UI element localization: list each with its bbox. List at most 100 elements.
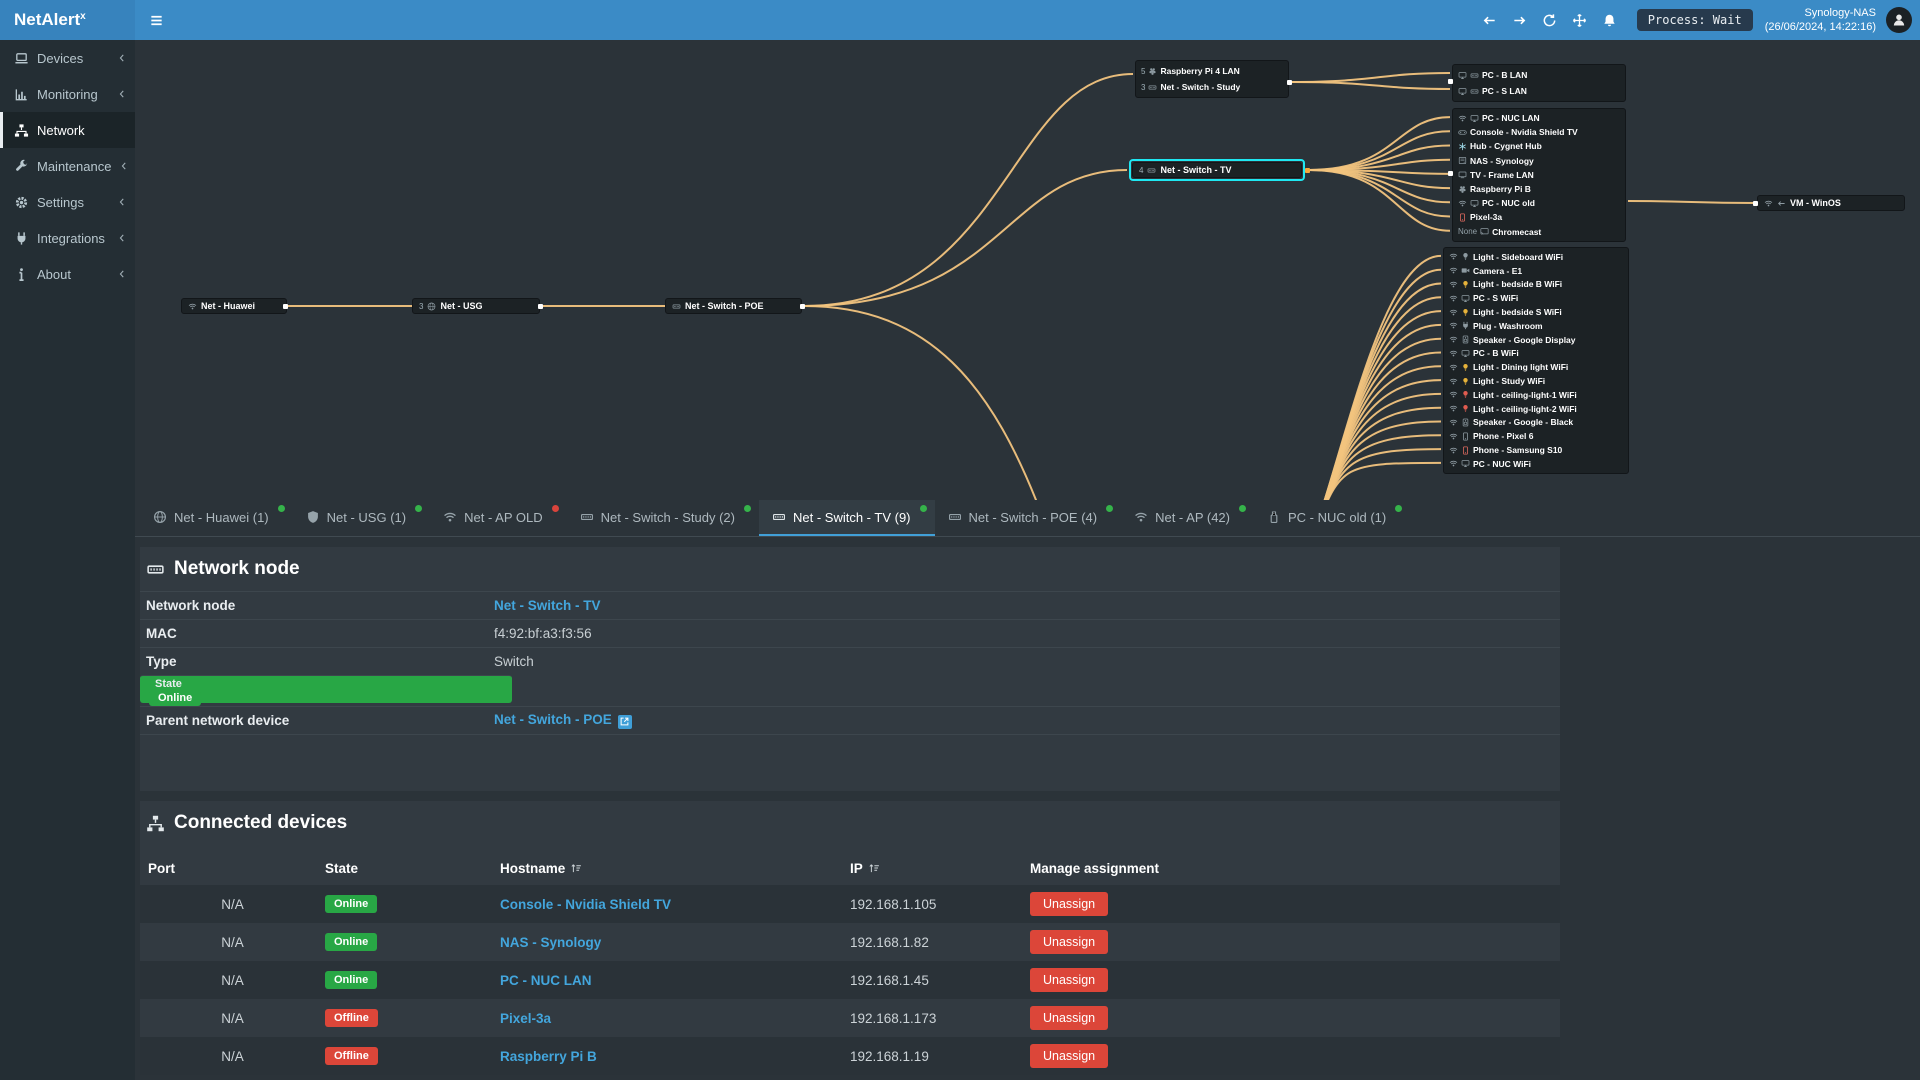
sort-ip-icon[interactable] — [868, 862, 880, 874]
nav-back-button[interactable] — [1475, 0, 1505, 40]
refresh-button[interactable] — [1535, 0, 1565, 40]
topology-node-net-switch-poe[interactable]: Net - Switch - POE — [665, 298, 802, 314]
column-state: State — [325, 860, 359, 876]
topology-device-tv-frame-lan[interactable]: TV - Frame LAN — [1453, 168, 1625, 182]
sidebar-item-monitoring[interactable]: Monitoring — [0, 76, 135, 112]
topology-node-net-huawei[interactable]: Net - Huawei — [181, 298, 287, 314]
wifi-icon — [1449, 363, 1458, 372]
topology-device-light-bedside-b-wifi[interactable]: Light - bedside B WiFi — [1444, 278, 1628, 292]
chevron-left-icon — [117, 89, 127, 99]
wifi-icon — [1449, 459, 1458, 468]
unassign-button[interactable]: Unassign — [1030, 930, 1109, 954]
network-node-tabs: Net - Huawei (1) Net - USG (1) Net - AP … — [135, 500, 1920, 537]
app-logo[interactable]: NetAlert x — [0, 0, 135, 40]
port-label: 3 — [1141, 82, 1146, 92]
sidebar-item-about[interactable]: About — [0, 256, 135, 292]
port-label: 3 — [419, 301, 424, 311]
topology-device-pixel-3a[interactable]: Pixel-3a — [1453, 210, 1625, 224]
topology-device-camera-e1[interactable]: Camera - E1 — [1444, 264, 1628, 278]
connected-device-row: N/A Online PC - NUC LAN 192.168.1.45 Una… — [140, 961, 1560, 999]
topology-device-pc-nuc-wifi[interactable]: PC - NUC WiFi — [1444, 457, 1628, 471]
unassign-button[interactable]: Unassign — [1030, 968, 1109, 992]
sidebar-toggle-button[interactable] — [141, 0, 171, 40]
topology-device-pc-b-lan[interactable]: PC - B LAN — [1453, 67, 1625, 83]
connector-dot — [799, 303, 805, 309]
topology-device-speaker-google-black[interactable]: Speaker - Google - Black — [1444, 416, 1628, 430]
topology-node-vm-winos[interactable]: VM - WinOS — [1757, 195, 1905, 211]
bulb-icon — [1461, 390, 1470, 399]
hostname-link[interactable]: Pixel-3a — [500, 1011, 551, 1026]
topology-selected-node[interactable]: 4 Net - Switch - TV — [1129, 159, 1305, 181]
sort-hostname-icon[interactable] — [570, 862, 582, 874]
topology-device-pc-nuc-old[interactable]: PC - NUC old — [1453, 196, 1625, 210]
hostname-link[interactable]: Console - Nvidia Shield TV — [500, 897, 671, 912]
sidebar-item-devices[interactable]: Devices — [0, 40, 135, 76]
topology-device-light-ceiling-light-2-wifi[interactable]: Light - ceiling-light-2 WiFi — [1444, 402, 1628, 416]
sidebar-item-settings[interactable]: Settings — [0, 184, 135, 220]
topology-device-pc-nuc-lan[interactable]: PC - NUC LAN — [1453, 111, 1625, 125]
topology-node-net-usg[interactable]: 3 Net - USG — [412, 298, 540, 314]
topology-node-net-switch-tv[interactable]: 4 Net - Switch - TV — [1132, 162, 1302, 178]
state-cell: Online — [325, 971, 500, 989]
hostname-link[interactable]: NAS - Synology — [500, 935, 601, 950]
external-link-icon[interactable] — [617, 714, 632, 729]
topology-device-pc-s-lan[interactable]: PC - S LAN — [1453, 83, 1625, 99]
topology-device-raspberry-pi-4-lan[interactable]: 5 Raspberry Pi 4 LAN — [1136, 63, 1288, 79]
topology-device-phone-pixel-6[interactable]: Phone - Pixel 6 — [1444, 429, 1628, 443]
speaker-icon — [1461, 335, 1470, 344]
network-topology-diagram[interactable]: Net - Huawei 3 Net - USG Net - Switch - POE… — [135, 40, 1920, 500]
topbar-main: Process: Wait Synology-NAS (26/06/2024, … — [135, 0, 1920, 40]
top-navbar: NetAlert x Process: Wait Synology-NAS (26… — [0, 0, 1920, 40]
sidebar-item-integrations[interactable]: Integrations — [0, 220, 135, 256]
detail-value-text[interactable]: Net - Switch - TV — [494, 598, 601, 613]
tab-net-switch-poe[interactable]: Net - Switch - POE (4) — [935, 500, 1122, 536]
hostname-link[interactable]: Raspberry Pi B — [500, 1049, 597, 1064]
tab-net-huawei[interactable]: Net - Huawei (1) — [140, 500, 293, 536]
topology-device-phone-samsung-s10[interactable]: Phone - Samsung S10 — [1444, 443, 1628, 457]
unassign-button[interactable]: Unassign — [1030, 1044, 1109, 1068]
sidebar-item-maintenance[interactable]: Maintenance — [0, 148, 135, 184]
tab-net-usg[interactable]: Net - USG (1) — [293, 500, 430, 536]
device-label: Light - Sideboard WiFi — [1473, 251, 1564, 262]
topology-device-raspberry-pi-b[interactable]: Raspberry Pi B — [1453, 182, 1625, 196]
topology-device-light-sideboard-wifi[interactable]: Light - Sideboard WiFi — [1444, 250, 1628, 264]
detail-value: f4:92:bf:a3:f3:56 — [494, 626, 592, 641]
hostname-link[interactable]: PC - NUC LAN — [500, 973, 592, 988]
connector-dot — [1447, 170, 1453, 176]
sidebar-item-label: Maintenance — [37, 158, 112, 174]
tab-net-switch-study[interactable]: Net - Switch - Study (2) — [567, 500, 759, 536]
topology-device-light-ceiling-light-1-wifi[interactable]: Light - ceiling-light-1 WiFi — [1444, 388, 1628, 402]
topology-device-light-dining-light-wifi[interactable]: Light - Dining light WiFi — [1444, 360, 1628, 374]
tab-net-ap-old[interactable]: Net - AP OLD — [430, 500, 567, 536]
notifications-bell-icon[interactable] — [1595, 0, 1625, 40]
connected-devices-panel: Connected devices Port State Hostname IP… — [140, 801, 1560, 1075]
unassign-button[interactable]: Unassign — [1030, 892, 1109, 916]
topology-device-pc-s-wifi[interactable]: PC - S WiFi — [1444, 291, 1628, 305]
topbar-right-cluster: Process: Wait Synology-NAS (26/06/2024, … — [1475, 0, 1914, 40]
nav-forward-button[interactable] — [1505, 0, 1535, 40]
detail-value-text[interactable]: Net - Switch - POE — [494, 712, 612, 727]
user-avatar[interactable] — [1886, 7, 1912, 33]
detail-label: Network node — [146, 598, 236, 613]
topology-device-pc-b-wifi[interactable]: PC - B WiFi — [1444, 347, 1628, 361]
topology-device-nas-synology[interactable]: NAS - Synology — [1453, 154, 1625, 168]
tab-net-switch-tv[interactable]: Net - Switch - TV (9) — [759, 500, 935, 536]
pan-move-button[interactable] — [1565, 0, 1595, 40]
device-label: Light - bedside B WiFi — [1473, 279, 1563, 290]
topology-device-console-nvidia-shield-tv[interactable]: Console - Nvidia Shield TV — [1453, 125, 1625, 139]
topology-device-light-bedside-s-wifi[interactable]: Light - bedside S WiFi — [1444, 305, 1628, 319]
tab-net-ap[interactable]: Net - AP (42) — [1121, 500, 1254, 536]
topology-device-light-study-wifi[interactable]: Light - Study WiFi — [1444, 374, 1628, 388]
topology-device-chromecast[interactable]: None Chromecast — [1453, 225, 1625, 239]
hub-icon — [1458, 142, 1467, 151]
ip-cell: 192.168.1.82 — [850, 934, 929, 950]
device-label: Net - USG — [440, 301, 483, 311]
sidebar-item-network[interactable]: Network — [0, 112, 135, 148]
unassign-button[interactable]: Unassign — [1030, 1006, 1109, 1030]
topology-device-plug-washroom[interactable]: Plug - Washroom — [1444, 319, 1628, 333]
topology-device-speaker-google-display[interactable]: Speaker - Google Display — [1444, 333, 1628, 347]
tab-icon — [580, 510, 594, 524]
tab-pc-nuc-old[interactable]: PC - NUC old (1) — [1254, 500, 1410, 536]
topology-device-hub-cygnet-hub[interactable]: Hub - Cygnet Hub — [1453, 139, 1625, 153]
topology-device-net-switch-study[interactable]: 3 Net - Switch - Study — [1136, 79, 1288, 95]
